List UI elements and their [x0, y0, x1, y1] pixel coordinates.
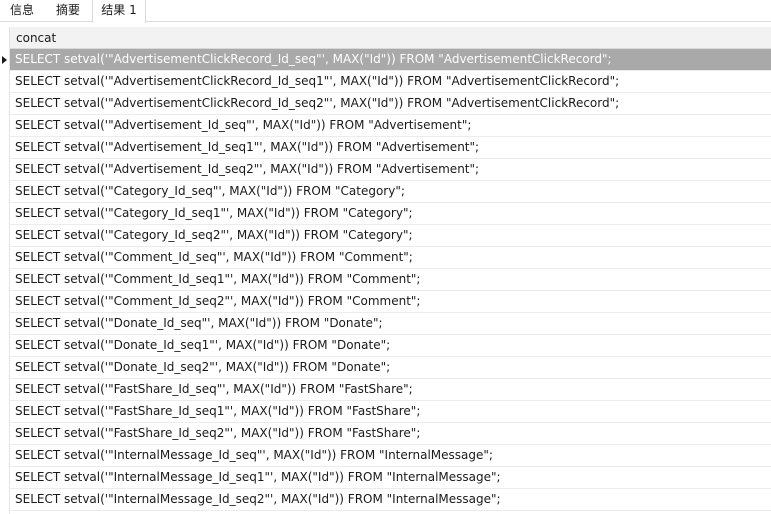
- grid-rows: SELECT setval('"AdvertisementClickRecord…: [0, 49, 771, 511]
- table-row[interactable]: SELECT setval('"Donate_Id_seq1"', MAX("I…: [0, 335, 771, 357]
- table-row[interactable]: SELECT setval('"Advertisement_Id_seq"', …: [0, 115, 771, 137]
- tab-summary[interactable]: 摘要: [44, 0, 92, 22]
- table-cell-concat[interactable]: SELECT setval('"Comment_Id_seq2"', MAX("…: [10, 291, 771, 313]
- table-cell-concat[interactable]: SELECT setval('"FastShare_Id_seq1"', MAX…: [10, 401, 771, 423]
- table-row[interactable]: SELECT setval('"AdvertisementClickRecord…: [0, 71, 771, 93]
- table-cell-concat[interactable]: SELECT setval('"Donate_Id_seq1"', MAX("I…: [10, 335, 771, 357]
- table-row[interactable]: SELECT setval('"InternalMessage_Id_seq"'…: [0, 445, 771, 467]
- tab-result-1[interactable]: 结果 1: [92, 0, 146, 23]
- table-row[interactable]: SELECT setval('"Donate_Id_seq2"', MAX("I…: [0, 357, 771, 379]
- table-cell-concat[interactable]: SELECT setval('"AdvertisementClickRecord…: [10, 49, 771, 71]
- column-header-concat[interactable]: concat: [10, 27, 771, 49]
- table-row[interactable]: SELECT setval('"Comment_Id_seq1"', MAX("…: [0, 269, 771, 291]
- table-row[interactable]: SELECT setval('"FastShare_Id_seq"', MAX(…: [0, 379, 771, 401]
- table-cell-concat[interactable]: SELECT setval('"Advertisement_Id_seq2"',…: [10, 159, 771, 181]
- table-cell-concat[interactable]: SELECT setval('"Donate_Id_seq"', MAX("Id…: [10, 313, 771, 335]
- table-cell-concat[interactable]: SELECT setval('"Comment_Id_seq"', MAX("I…: [10, 247, 771, 269]
- table-row[interactable]: SELECT setval('"Advertisement_Id_seq2"',…: [0, 159, 771, 181]
- table-row[interactable]: SELECT setval('"Comment_Id_seq"', MAX("I…: [0, 247, 771, 269]
- table-row[interactable]: SELECT setval('"InternalMessage_Id_seq1"…: [0, 467, 771, 489]
- table-row[interactable]: SELECT setval('"Category_Id_seq2"', MAX(…: [0, 225, 771, 247]
- table-row[interactable]: SELECT setval('"Category_Id_seq1"', MAX(…: [0, 203, 771, 225]
- table-row[interactable]: SELECT setval('"InternalMessage_Id_seq2"…: [0, 489, 771, 511]
- table-cell-concat[interactable]: SELECT setval('"InternalMessage_Id_seq1"…: [10, 467, 771, 489]
- table-row[interactable]: SELECT setval('"AdvertisementClickRecord…: [0, 49, 771, 71]
- table-cell-concat[interactable]: SELECT setval('"FastShare_Id_seq2"', MAX…: [10, 423, 771, 445]
- table-cell-concat[interactable]: SELECT setval('"Category_Id_seq1"', MAX(…: [10, 203, 771, 225]
- table-row[interactable]: SELECT setval('"FastShare_Id_seq1"', MAX…: [0, 401, 771, 423]
- result-tab-bar: 信息 摘要 结果 1: [0, 0, 771, 23]
- table-row[interactable]: SELECT setval('"Category_Id_seq"', MAX("…: [0, 181, 771, 203]
- table-row[interactable]: SELECT setval('"Advertisement_Id_seq1"',…: [0, 137, 771, 159]
- table-row[interactable]: SELECT setval('"Donate_Id_seq"', MAX("Id…: [0, 313, 771, 335]
- table-cell-concat[interactable]: SELECT setval('"AdvertisementClickRecord…: [10, 71, 771, 93]
- column-header-label: concat: [16, 31, 57, 45]
- table-row[interactable]: SELECT setval('"Comment_Id_seq2"', MAX("…: [0, 291, 771, 313]
- table-row[interactable]: SELECT setval('"FastShare_Id_seq2"', MAX…: [0, 423, 771, 445]
- table-cell-concat[interactable]: SELECT setval('"Category_Id_seq"', MAX("…: [10, 181, 771, 203]
- tab-info[interactable]: 信息: [0, 0, 44, 22]
- table-row[interactable]: SELECT setval('"AdvertisementClickRecord…: [0, 93, 771, 115]
- table-cell-concat[interactable]: SELECT setval('"FastShare_Id_seq"', MAX(…: [10, 379, 771, 401]
- table-cell-concat[interactable]: SELECT setval('"InternalMessage_Id_seq"'…: [10, 445, 771, 467]
- table-cell-concat[interactable]: SELECT setval('"Comment_Id_seq1"', MAX("…: [10, 269, 771, 291]
- table-cell-concat[interactable]: SELECT setval('"Advertisement_Id_seq1"',…: [10, 137, 771, 159]
- current-row-marker-icon: [2, 56, 7, 64]
- table-cell-concat[interactable]: SELECT setval('"Donate_Id_seq2"', MAX("I…: [10, 357, 771, 379]
- table-cell-concat[interactable]: SELECT setval('"AdvertisementClickRecord…: [10, 93, 771, 115]
- table-cell-concat[interactable]: SELECT setval('"InternalMessage_Id_seq2"…: [10, 489, 771, 511]
- table-cell-concat[interactable]: SELECT setval('"Advertisement_Id_seq"', …: [10, 115, 771, 137]
- result-grid: concat SELECT setval('"AdvertisementClic…: [0, 27, 771, 514]
- table-cell-concat[interactable]: SELECT setval('"Category_Id_seq2"', MAX(…: [10, 225, 771, 247]
